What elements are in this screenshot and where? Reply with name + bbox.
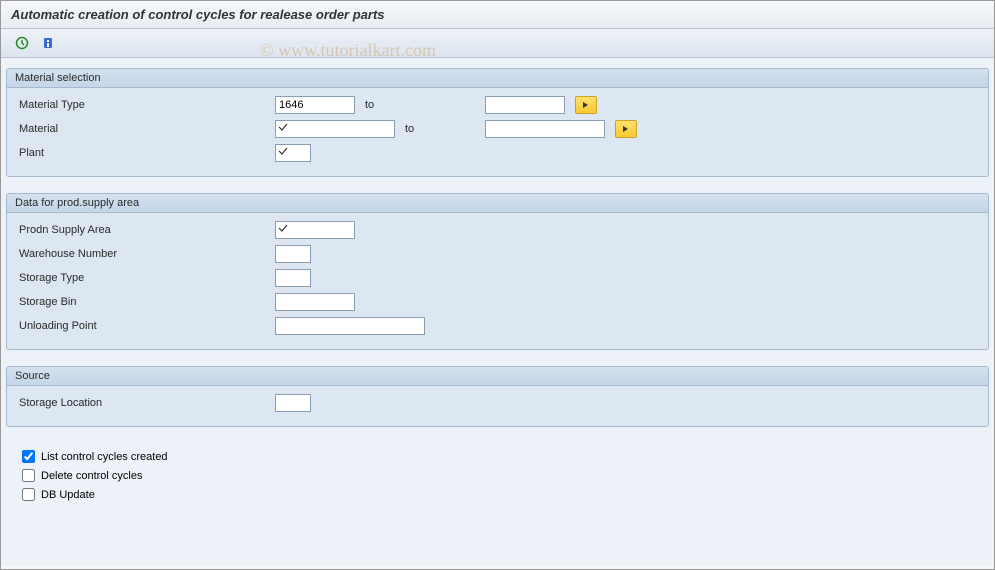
toolbar	[1, 29, 994, 58]
list-check-label: List control cycles created	[41, 451, 168, 463]
delete-checkbox[interactable]	[22, 469, 35, 482]
plant-input[interactable]	[275, 144, 311, 162]
warehouse-label: Warehouse Number	[15, 248, 275, 260]
storage-type-label: Storage Type	[15, 272, 275, 284]
unloading-label: Unloading Point	[15, 320, 275, 332]
group-header: Source	[7, 367, 988, 386]
prod-supply-area-group: Data for prod.supply area Prodn Supply A…	[6, 193, 989, 350]
material-type-more-button[interactable]	[575, 96, 597, 114]
supply-area-label: Prodn Supply Area	[15, 224, 275, 236]
material-label: Material	[15, 123, 275, 135]
arrow-right-icon	[621, 124, 631, 134]
storage-type-row: Storage Type	[15, 267, 980, 289]
list-checkbox[interactable]	[22, 450, 35, 463]
storage-bin-row: Storage Bin	[15, 291, 980, 313]
plant-label: Plant	[15, 147, 275, 159]
content-area: Material selection Material Type to Mate…	[1, 58, 994, 566]
warehouse-input[interactable]	[275, 245, 311, 263]
material-type-label: Material Type	[15, 99, 275, 111]
material-input[interactable]	[275, 120, 395, 138]
db-check-label: DB Update	[41, 489, 95, 501]
storage-type-input[interactable]	[275, 269, 311, 287]
group-header: Material selection	[7, 69, 988, 88]
material-row: Material to	[15, 118, 980, 140]
supply-area-row: Prodn Supply Area	[15, 219, 980, 241]
storage-bin-input[interactable]	[275, 293, 355, 311]
execute-button[interactable]	[11, 33, 33, 53]
db-checkbox[interactable]	[22, 488, 35, 501]
storage-bin-label: Storage Bin	[15, 296, 275, 308]
bottom-checks: List control cycles created Delete contr…	[6, 443, 989, 508]
page-title: Automatic creation of control cycles for…	[11, 7, 385, 22]
material-type-to-input[interactable]	[485, 96, 565, 114]
unloading-input[interactable]	[275, 317, 425, 335]
storage-location-input[interactable]	[275, 394, 311, 412]
title-bar: Automatic creation of control cycles for…	[1, 1, 994, 29]
info-icon	[41, 36, 55, 50]
storage-location-row: Storage Location	[15, 392, 980, 414]
to-label: to	[395, 123, 485, 135]
group-header: Data for prod.supply area	[7, 194, 988, 213]
clock-icon	[15, 36, 29, 50]
to-label: to	[355, 99, 485, 111]
delete-check-row: Delete control cycles	[12, 466, 983, 485]
storage-location-label: Storage Location	[15, 397, 275, 409]
arrow-right-icon	[581, 100, 591, 110]
source-group: Source Storage Location	[6, 366, 989, 427]
supply-area-input[interactable]	[275, 221, 355, 239]
plant-row: Plant	[15, 142, 980, 164]
warehouse-row: Warehouse Number	[15, 243, 980, 265]
delete-check-label: Delete control cycles	[41, 470, 143, 482]
material-type-input[interactable]	[275, 96, 355, 114]
material-more-button[interactable]	[615, 120, 637, 138]
material-selection-group: Material selection Material Type to Mate…	[6, 68, 989, 177]
unloading-row: Unloading Point	[15, 315, 980, 337]
material-to-input[interactable]	[485, 120, 605, 138]
material-type-row: Material Type to	[15, 94, 980, 116]
db-check-row: DB Update	[12, 485, 983, 504]
info-button[interactable]	[37, 33, 59, 53]
list-check-row: List control cycles created	[12, 447, 983, 466]
